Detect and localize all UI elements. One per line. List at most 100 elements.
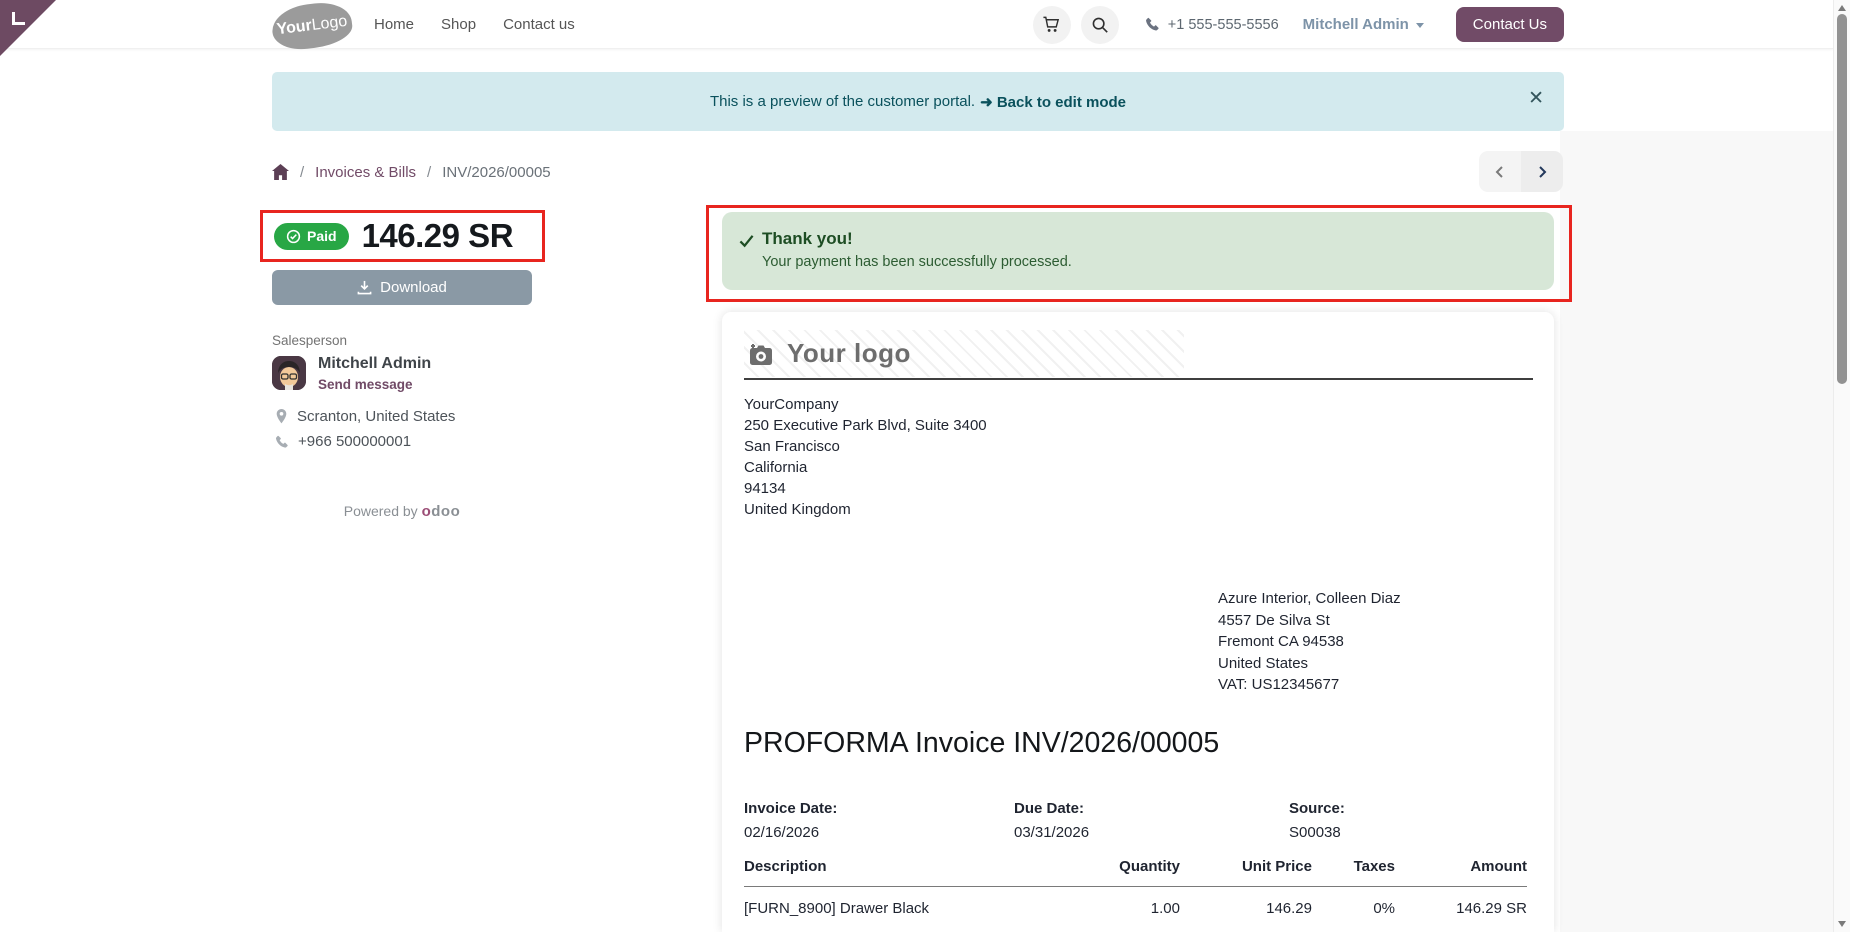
company-name: YourCompany bbox=[744, 396, 839, 413]
edit-mode-corner-ribbon[interactable] bbox=[0, 0, 56, 56]
phone-icon bbox=[275, 435, 288, 448]
source-value: S00038 bbox=[1289, 824, 1341, 841]
site-logo-text-bold: Your bbox=[275, 16, 313, 38]
invoice-title: PROFORMA Invoice INV/2026/00005 bbox=[744, 727, 1220, 759]
customer-vat: VAT: US12345677 bbox=[1218, 676, 1340, 693]
cell-quantity: 1.00 bbox=[1150, 900, 1180, 917]
payment-success-alert: Thank you! Your payment has been success… bbox=[722, 212, 1554, 290]
col-description: Description bbox=[744, 852, 1044, 887]
company-address-line: 250 Executive Park Blvd, Suite 3400 bbox=[744, 417, 987, 434]
chevron-down-icon bbox=[1415, 23, 1424, 28]
scrollbar-thumb[interactable] bbox=[1837, 14, 1847, 384]
page-gutter bbox=[1560, 131, 1833, 932]
camera-plus-icon bbox=[750, 343, 772, 365]
nav-contact-us[interactable]: Contact us bbox=[503, 16, 575, 33]
cell-amount: 146.29 SR bbox=[1456, 900, 1527, 917]
vertical-scrollbar[interactable] bbox=[1833, 0, 1850, 932]
odoo-logo-first-o: o bbox=[421, 503, 432, 520]
salesperson-phone-link[interactable]: +966 500000001 bbox=[275, 433, 411, 450]
logo-placeholder-text: Your logo bbox=[787, 338, 911, 368]
odoo-logo[interactable]: odoo bbox=[422, 503, 461, 520]
odoo-logo-rest: doo bbox=[431, 503, 461, 520]
scroll-down-icon[interactable] bbox=[1838, 921, 1846, 927]
breadcrumb-invoices-bills[interactable]: Invoices & Bills bbox=[315, 164, 416, 181]
cart-button[interactable] bbox=[1032, 5, 1071, 44]
paid-status-label: Paid bbox=[307, 228, 337, 244]
search-button[interactable] bbox=[1080, 5, 1119, 44]
main-nav: Home Shop Contact us bbox=[374, 16, 575, 33]
salesperson-avatar bbox=[272, 356, 306, 390]
map-pin-icon bbox=[276, 408, 287, 423]
col-unit-price: Unit Price bbox=[1180, 852, 1312, 887]
salesperson-location: Scranton, United States bbox=[275, 408, 455, 425]
header-phone-link[interactable]: +1 555-555-5556 bbox=[1145, 17, 1279, 33]
salesperson-location-text: Scranton, United States bbox=[297, 408, 456, 425]
invoice-date-field: Invoice Date: 02/16/2026 bbox=[744, 800, 837, 841]
breadcrumb-separator: / bbox=[300, 163, 305, 181]
invoice-document: Your logo YourCompany 250 Executive Park… bbox=[722, 312, 1554, 932]
search-icon bbox=[1092, 17, 1108, 33]
company-logo-placeholder: Your logo bbox=[744, 330, 1184, 377]
col-amount: Amount bbox=[1395, 852, 1527, 887]
cell-unit-price: 146.29 bbox=[1266, 900, 1312, 917]
header-phone-number: +1 555-555-5556 bbox=[1167, 16, 1279, 33]
salesperson-heading: Salesperson bbox=[272, 333, 348, 348]
salesperson-phone-number: +966 500000001 bbox=[298, 433, 412, 450]
source-field: Source: S00038 bbox=[1289, 800, 1345, 841]
next-record-button[interactable] bbox=[1521, 151, 1563, 192]
customer-name: Azure Interior, Colleen Diaz bbox=[1218, 590, 1401, 607]
company-address-block: YourCompany 250 Executive Park Blvd, Sui… bbox=[744, 394, 987, 520]
company-address-line: 94134 bbox=[744, 480, 786, 497]
chevron-left-icon bbox=[1495, 165, 1503, 178]
alert-title: Thank you! bbox=[762, 229, 853, 248]
home-icon[interactable] bbox=[272, 164, 289, 180]
powered-by-text: Powered by bbox=[343, 503, 418, 519]
col-taxes: Taxes bbox=[1312, 852, 1395, 887]
send-message-link[interactable]: Send message bbox=[318, 377, 413, 392]
breadcrumb: / Invoices & Bills / INV/2026/00005 bbox=[272, 158, 551, 186]
table-row: [FURN_8900] Drawer Black 1.00 146.29 0% … bbox=[744, 887, 1527, 924]
site-header: Your Logo Home Shop Contact us +1 555-55… bbox=[0, 0, 1833, 53]
breadcrumb-separator: / bbox=[427, 163, 432, 181]
download-button[interactable]: Download bbox=[272, 270, 532, 305]
paid-status-badge: Paid bbox=[274, 222, 349, 250]
powered-by: Powered by odoo bbox=[272, 503, 532, 520]
preview-banner: This is a preview of the customer portal… bbox=[272, 72, 1564, 131]
due-date-label: Due Date: bbox=[1014, 800, 1085, 817]
source-label: Source: bbox=[1289, 800, 1345, 817]
payment-summary: Paid 146.29 SR bbox=[274, 213, 514, 259]
cart-icon bbox=[1043, 16, 1060, 32]
nav-shop[interactable]: Shop bbox=[441, 16, 476, 33]
close-icon[interactable]: ✕ bbox=[1528, 89, 1544, 108]
check-circle-icon bbox=[286, 229, 301, 243]
user-menu-label: Mitchell Admin bbox=[1302, 16, 1409, 33]
invoice-lines-table: Description Quantity Unit Price Taxes Am… bbox=[744, 852, 1527, 923]
chevron-right-icon bbox=[1539, 165, 1547, 178]
site-logo[interactable]: Your Logo bbox=[269, 0, 355, 53]
prev-record-button[interactable] bbox=[1479, 151, 1521, 192]
scroll-up-icon[interactable] bbox=[1838, 5, 1846, 11]
salesperson-name: Mitchell Admin bbox=[318, 355, 432, 372]
customer-address-line: Fremont CA 94538 bbox=[1218, 633, 1344, 650]
check-icon bbox=[739, 235, 754, 248]
record-pager bbox=[1479, 151, 1563, 192]
download-icon bbox=[357, 280, 372, 295]
customer-address-line: United States bbox=[1218, 654, 1309, 672]
back-to-edit-mode-link[interactable]: ➜ Back to edit mode bbox=[980, 93, 1126, 111]
table-header-row: Description Quantity Unit Price Taxes Am… bbox=[744, 852, 1527, 887]
phone-icon bbox=[1145, 17, 1159, 31]
invoice-date-value: 02/16/2026 bbox=[744, 824, 820, 841]
breadcrumb-current: INV/2026/00005 bbox=[442, 163, 551, 181]
cell-taxes: 0% bbox=[1373, 900, 1395, 917]
contact-us-button[interactable]: Contact Us bbox=[1455, 7, 1564, 42]
customer-address-line: 4557 De Silva St bbox=[1218, 611, 1330, 629]
company-address-line: United Kingdom bbox=[744, 501, 851, 518]
nav-home[interactable]: Home bbox=[374, 16, 414, 33]
preview-banner-text: This is a preview of the customer portal… bbox=[709, 93, 976, 110]
user-menu-dropdown[interactable]: Mitchell Admin bbox=[1303, 16, 1424, 33]
due-date-value: 03/31/2026 bbox=[1014, 824, 1090, 841]
cell-description: [FURN_8900] Drawer Black bbox=[744, 900, 930, 917]
site-logo-text-light: Logo bbox=[310, 12, 349, 34]
invoice-amount: 146.29 SR bbox=[361, 217, 514, 254]
download-label: Download bbox=[380, 279, 447, 296]
